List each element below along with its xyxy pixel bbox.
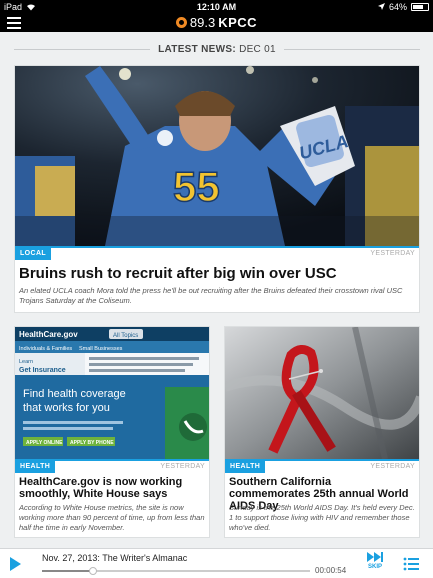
hc-nav1: Individuals & Families xyxy=(19,346,72,352)
story-headline[interactable]: Bruins rush to recruit after big win ove… xyxy=(19,265,415,283)
hc-tab: All Topics xyxy=(113,333,138,339)
latest-news-date: DEC 01 xyxy=(239,43,276,55)
timestamp: YESTERDAY xyxy=(160,463,205,470)
battery-percent: 64% xyxy=(388,1,407,12)
latest-news-heading: LATEST NEWS: DEC 01 xyxy=(14,40,420,58)
progress-handle[interactable] xyxy=(88,567,97,575)
logo-frequency: 89.3 xyxy=(189,15,216,30)
category-tag[interactable]: HEALTH xyxy=(15,461,56,473)
hc-apply-phone: APPLY BY PHONE xyxy=(70,440,114,446)
category-tag[interactable]: HEALTH xyxy=(225,461,266,473)
timestamp: YESTERDAY xyxy=(370,463,415,470)
jersey-number: 55 xyxy=(173,163,220,210)
story-summary: According to White House metrics, the si… xyxy=(19,503,205,532)
menu-line-icon xyxy=(7,16,21,19)
logo-callsign: KPCC xyxy=(218,15,258,30)
story-summary: Sunday is the 25th World AIDS Day. It's … xyxy=(229,503,415,532)
logo-circle-icon xyxy=(175,17,187,28)
hc-nav2: Small Businesses xyxy=(79,346,123,352)
playlist-icon[interactable] xyxy=(403,557,419,571)
location-arrow-icon xyxy=(377,3,385,10)
story-summary: An elated UCLA coach Mora told the press… xyxy=(19,286,403,305)
hc-that: that works for you xyxy=(23,402,110,414)
category-tag[interactable]: LOCAL xyxy=(15,248,52,260)
now-playing-title: Nov. 27, 2013: The Writer's Almanac xyxy=(42,553,188,563)
story-card-main[interactable]: UCLA 55 LOCAL YESTERDAY Bruins rush to r… xyxy=(14,65,420,313)
fast-forward-icon xyxy=(367,552,383,562)
progress-fill xyxy=(42,570,93,572)
app-header: 89.3 KPCC xyxy=(0,13,433,32)
audio-player: Nov. 27, 2013: The Writer's Almanac 00:0… xyxy=(0,548,433,578)
story-card-healthcare[interactable]: HealthCare.gov All Topics Individuals & … xyxy=(14,326,210,538)
latest-news-label: LATEST NEWS: xyxy=(158,43,236,55)
progress-slider[interactable] xyxy=(42,567,310,575)
story-headline[interactable]: HealthCare.gov is now working smoothly, … xyxy=(19,476,205,500)
hc-get: Get Insurance xyxy=(19,367,66,374)
divider xyxy=(283,48,420,50)
kpcc-logo: 89.3 KPCC xyxy=(0,15,433,30)
story-photo-healthcare[interactable]: HealthCare.gov All Topics Individuals & … xyxy=(15,327,209,459)
story-photo-football[interactable]: UCLA 55 xyxy=(15,66,419,246)
battery-icon xyxy=(411,2,429,11)
hc-learn: Learn xyxy=(19,359,33,365)
hamburger-menu-button[interactable] xyxy=(0,13,28,32)
hc-find: Find health coverage xyxy=(23,388,126,400)
hc-apply-online: APPLY ONLINE xyxy=(26,440,63,446)
status-bar: iPad 12:10 AM 64% xyxy=(0,0,433,13)
play-icon[interactable] xyxy=(10,557,21,571)
story-photo-red-ribbon[interactable] xyxy=(225,327,419,459)
skip-label: SKIP xyxy=(367,564,382,570)
menu-line-icon xyxy=(7,21,21,24)
skip-button[interactable]: SKIP xyxy=(362,552,388,578)
hc-brand: HealthCare.gov xyxy=(19,330,78,339)
story-card-aids-day[interactable]: HEALTH YESTERDAY Southern California com… xyxy=(224,326,420,538)
elapsed-time: 00:00:54 xyxy=(315,566,347,575)
divider xyxy=(14,48,151,50)
clock: 12:10 AM xyxy=(196,1,237,12)
timestamp: YESTERDAY xyxy=(370,250,415,257)
menu-line-icon xyxy=(7,26,21,29)
